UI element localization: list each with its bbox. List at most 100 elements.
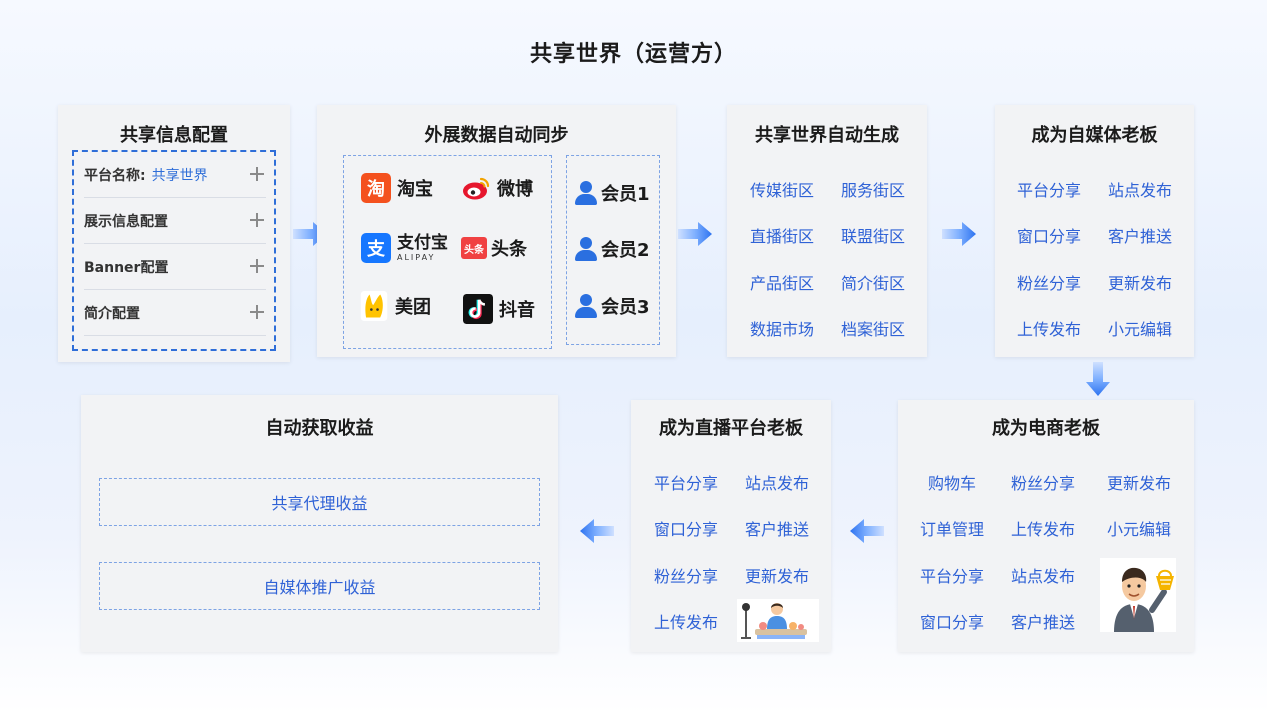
media-card-title: 成为自媒体老板: [1031, 125, 1158, 146]
member-label: 会员3: [601, 297, 650, 318]
config-card: 共享信息配置 平台名称: 共享世界 展示信息配置 Banner配置 简介配置: [58, 105, 290, 362]
ecommerce-item[interactable]: 站点发布: [1011, 563, 1075, 587]
media-card: 成为自媒体老板 平台分享 站点发布 窗口分享 客户推送 粉丝分享 更新发布 上传…: [995, 105, 1194, 357]
config-row-label: Banner配置: [84, 259, 169, 276]
income-item-label: 自媒体推广收益: [263, 578, 376, 597]
shopkeeper-illustration-icon: [1100, 558, 1176, 632]
sync-card: 外展数据自动同步 淘 淘宝 微博 支 支付宝 ALIPAY 头条 头条 美团 抖…: [317, 105, 676, 357]
live-item[interactable]: 粉丝分享: [654, 563, 718, 587]
alipay-wordmark: 支付宝 ALIPAY: [397, 232, 448, 262]
plus-icon[interactable]: [248, 257, 266, 275]
toutiao-icon: 头条: [461, 237, 487, 259]
config-row-label: 平台名称:: [84, 167, 146, 184]
ecommerce-item[interactable]: 客户推送: [1011, 609, 1075, 633]
app-toutiao[interactable]: 头条 头条: [461, 235, 527, 261]
app-taobao[interactable]: 淘 淘宝: [361, 173, 433, 203]
app-name: 美团: [395, 297, 431, 318]
app-name: 支付宝: [397, 232, 448, 253]
app-meituan[interactable]: 美团: [359, 291, 431, 321]
auto-gen-item[interactable]: 产品街区: [750, 270, 814, 294]
alipay-sub: ALIPAY: [397, 252, 436, 262]
arrow-right-icon: [942, 222, 976, 246]
media-item[interactable]: 窗口分享: [1017, 223, 1081, 247]
taobao-logo-glyph: 淘: [367, 179, 385, 200]
live-streamer-illustration-icon: [737, 599, 819, 642]
auto-gen-item[interactable]: 直播街区: [750, 223, 814, 247]
auto-gen-item[interactable]: 数据市场: [750, 316, 814, 340]
income-item-media-promotion[interactable]: 自媒体推广收益: [99, 562, 540, 610]
plus-icon[interactable]: [248, 303, 266, 321]
app-douyin[interactable]: 抖音: [463, 294, 535, 324]
app-alipay[interactable]: 支 支付宝 ALIPAY: [361, 233, 448, 263]
app-name: 微博: [497, 179, 533, 200]
media-item[interactable]: 平台分享: [1017, 177, 1081, 201]
member-1[interactable]: 会员1: [575, 180, 650, 206]
media-item[interactable]: 小元编辑: [1108, 316, 1172, 340]
media-item[interactable]: 站点发布: [1108, 177, 1172, 201]
ecommerce-card-title: 成为电商老板: [992, 418, 1100, 439]
config-panel: 平台名称: 共享世界 展示信息配置 Banner配置 简介配置: [72, 150, 276, 351]
live-card: 成为直播平台老板 平台分享 站点发布 窗口分享 客户推送 粉丝分享 更新发布 上…: [631, 400, 831, 652]
app-name: 淘宝: [397, 179, 433, 200]
config-row-label: 简介配置: [84, 305, 140, 322]
live-item[interactable]: 站点发布: [745, 470, 809, 494]
meituan-icon: [360, 291, 388, 321]
config-row-value: 共享世界: [151, 167, 208, 184]
ecommerce-item[interactable]: 更新发布: [1107, 470, 1171, 494]
arrow-right-icon: [678, 222, 712, 246]
user-icon: [575, 237, 597, 261]
arrow-left-icon: [850, 519, 884, 543]
weibo-icon: [463, 177, 490, 200]
ecommerce-item[interactable]: 窗口分享: [920, 609, 984, 633]
live-card-title: 成为直播平台老板: [659, 418, 803, 439]
income-item-agency[interactable]: 共享代理收益: [99, 478, 540, 526]
plus-icon[interactable]: [248, 165, 266, 183]
page-title: 共享世界（运营方）: [529, 42, 737, 67]
media-item[interactable]: 上传发布: [1017, 316, 1081, 340]
app-weibo[interactable]: 微博: [461, 173, 533, 203]
member-2[interactable]: 会员2: [575, 236, 650, 262]
config-row-label: 展示信息配置: [84, 213, 168, 230]
media-item[interactable]: 粉丝分享: [1017, 270, 1081, 294]
config-row-intro[interactable]: 简介配置: [84, 290, 266, 336]
income-card: 自动获取收益 共享代理收益 自媒体推广收益: [81, 395, 558, 652]
auto-gen-item[interactable]: 档案街区: [841, 316, 905, 340]
arrow-down-icon: [1086, 362, 1110, 396]
media-item[interactable]: 更新发布: [1108, 270, 1172, 294]
plus-icon[interactable]: [248, 211, 266, 229]
ecommerce-item[interactable]: 购物车: [928, 470, 976, 494]
income-item-label: 共享代理收益: [271, 494, 368, 513]
config-row-display-info[interactable]: 展示信息配置: [84, 198, 266, 244]
ecommerce-item[interactable]: 粉丝分享: [1011, 470, 1075, 494]
live-item[interactable]: 上传发布: [654, 609, 718, 633]
ecommerce-item[interactable]: 上传发布: [1011, 516, 1075, 540]
member-label: 会员1: [601, 184, 650, 205]
config-row-platform-name[interactable]: 平台名称: 共享世界: [84, 152, 266, 198]
app-name: 抖音: [499, 300, 535, 321]
taobao-icon: 淘: [361, 173, 391, 203]
alipay-icon: 支: [361, 233, 391, 263]
douyin-icon: [463, 294, 493, 324]
auto-gen-item[interactable]: 服务街区: [841, 177, 905, 201]
auto-gen-item[interactable]: 联盟街区: [841, 223, 905, 247]
ecommerce-card: 成为电商老板 购物车 粉丝分享 更新发布 订单管理 上传发布 小元编辑 平台分享…: [898, 400, 1194, 652]
live-item[interactable]: 客户推送: [745, 516, 809, 540]
live-item[interactable]: 更新发布: [745, 563, 809, 587]
ecommerce-item[interactable]: 平台分享: [920, 563, 984, 587]
media-item[interactable]: 客户推送: [1108, 223, 1172, 247]
auto-gen-item[interactable]: 简介街区: [841, 270, 905, 294]
auto-gen-item[interactable]: 传媒街区: [750, 177, 814, 201]
ecommerce-item[interactable]: 小元编辑: [1107, 516, 1171, 540]
config-card-title: 共享信息配置: [120, 125, 228, 146]
user-icon: [575, 294, 597, 318]
live-item[interactable]: 平台分享: [654, 470, 718, 494]
member-3[interactable]: 会员3: [575, 293, 650, 319]
app-name: 头条: [491, 239, 527, 260]
user-icon: [575, 181, 597, 205]
ecommerce-item[interactable]: 订单管理: [920, 516, 984, 540]
toutiao-logo-glyph: 头条: [464, 244, 484, 256]
alipay-logo-glyph: 支: [367, 239, 385, 260]
auto-gen-card-title: 共享世界自动生成: [755, 125, 899, 146]
live-item[interactable]: 窗口分享: [654, 516, 718, 540]
config-row-banner[interactable]: Banner配置: [84, 244, 266, 290]
